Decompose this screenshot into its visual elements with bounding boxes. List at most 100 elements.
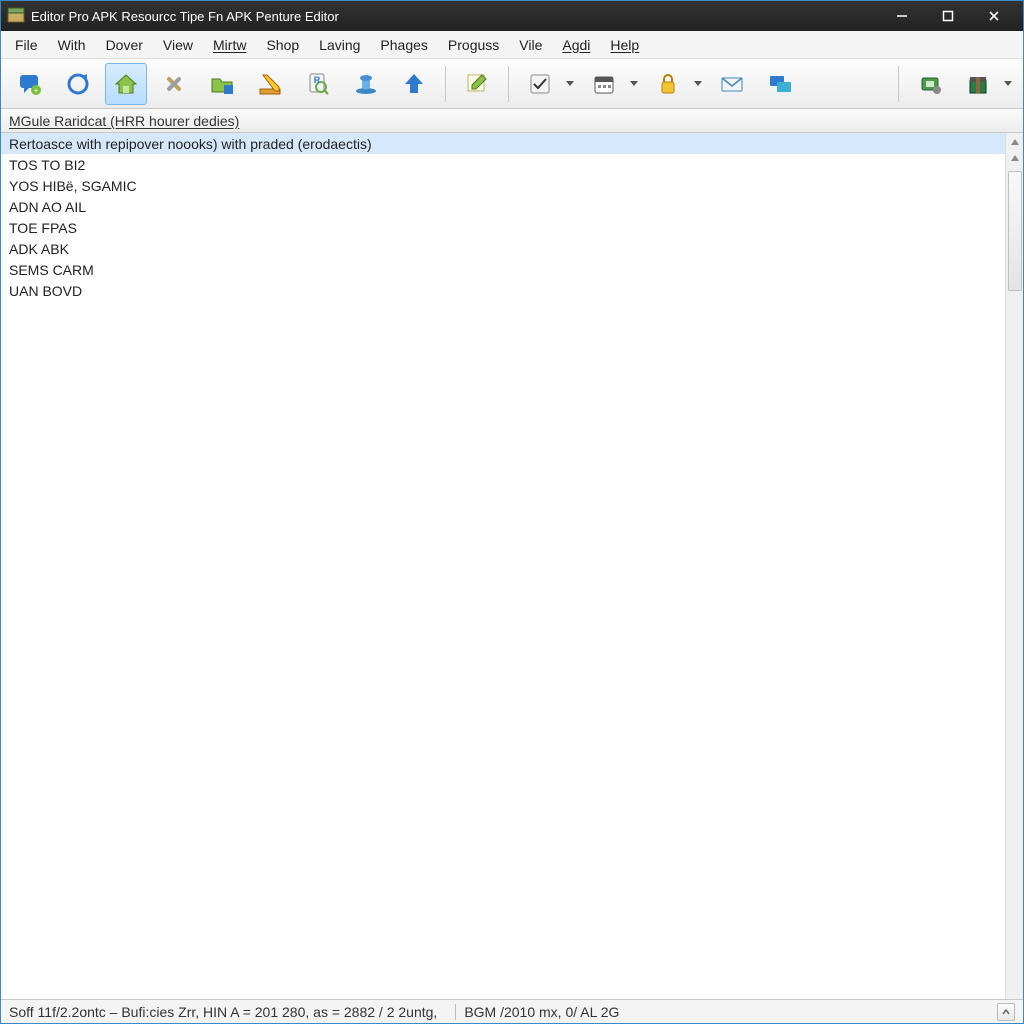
toolbar-lock-dropdown[interactable] — [691, 63, 705, 105]
statusbar: Soff 11f/2.2ontc – Bufi:cies Zrr, HIN A … — [1, 999, 1023, 1023]
menu-label: Proguss — [448, 37, 499, 53]
menu-proguss[interactable]: Proguss — [438, 33, 509, 57]
toolbar-folder-button[interactable] — [201, 63, 243, 105]
chevron-up-icon — [1011, 139, 1019, 145]
toolbar-tools-button[interactable] — [153, 63, 195, 105]
status-right: BGM /2010 mx, 0/ AL 2G — [464, 1004, 629, 1020]
list-item-label: Rertoasce with repipover noooks) with pr… — [9, 136, 372, 152]
toolbar-calendar-button[interactable] — [583, 63, 625, 105]
app-window: Editor Pro APK Resourcc Tipe Fn APK Pent… — [0, 0, 1024, 1024]
toolbar-check-dropdown[interactable] — [563, 63, 577, 105]
toolbar-package-button[interactable] — [957, 63, 999, 105]
tools-cross-icon — [161, 71, 187, 97]
content-area: Rertoasce with repipover noooks) with pr… — [1, 133, 1023, 999]
minimize-button[interactable] — [879, 1, 925, 31]
chevron-down-icon — [1004, 81, 1012, 86]
svg-text:+: + — [34, 86, 39, 95]
scroll-thumb[interactable] — [1008, 171, 1022, 291]
status-separator — [455, 1004, 456, 1020]
toolbar-separator — [508, 66, 509, 102]
list-item[interactable]: Rertoasce with repipover noooks) with pr… — [1, 133, 1005, 154]
menu-phages[interactable]: Phages — [370, 33, 437, 57]
toolbar-refresh-button[interactable] — [57, 63, 99, 105]
list-item-label: ADN AO AIL — [9, 199, 86, 215]
menu-help[interactable]: Help — [600, 33, 649, 57]
menu-vile[interactable]: Vile — [509, 33, 552, 57]
refresh-icon — [65, 71, 91, 97]
toolbar-mail-button[interactable] — [711, 63, 753, 105]
column-header[interactable]: MGule Raridcat (HRR hourer dedies) — [1, 109, 1023, 133]
status-left: Soff 11f/2.2ontc – Bufi:cies Zrr, HIN A … — [9, 1004, 447, 1020]
chevron-down-icon — [630, 81, 638, 86]
maximize-button[interactable] — [925, 1, 971, 31]
menu-dover[interactable]: Dover — [96, 33, 153, 57]
list-item-label: UAN BOVD — [9, 283, 82, 299]
chevron-down-icon — [566, 81, 574, 86]
scroll-up-button-2[interactable] — [1008, 151, 1022, 165]
pencil-ruler-icon — [257, 71, 283, 97]
list-item[interactable]: TOS TO BI2 — [1, 154, 1005, 175]
menu-file[interactable]: File — [5, 33, 48, 57]
app-icon — [7, 7, 25, 25]
toolbar-search-button[interactable]: R — [297, 63, 339, 105]
list-item[interactable]: ADK ABK — [1, 238, 1005, 259]
toolbar-stamp-button[interactable] — [345, 63, 387, 105]
toolbar-more-dropdown[interactable] — [1001, 63, 1015, 105]
menu-label: Shop — [266, 37, 299, 53]
toolbar-chip-button[interactable] — [909, 63, 951, 105]
toolbar-calendar-dropdown[interactable] — [627, 63, 641, 105]
edit-pen-icon — [464, 71, 490, 97]
titlebar: Editor Pro APK Resourcc Tipe Fn APK Pent… — [1, 1, 1023, 31]
toolbar-chat-button[interactable]: + — [9, 63, 51, 105]
toolbar-screens-button[interactable] — [759, 63, 801, 105]
stamps-icon — [353, 71, 379, 97]
toolbar-separator — [898, 66, 899, 102]
toolbar-check-button[interactable] — [519, 63, 561, 105]
lock-icon — [655, 71, 681, 97]
menu-shop[interactable]: Shop — [256, 33, 309, 57]
toolbar-edit-button[interactable] — [456, 63, 498, 105]
status-expand-button[interactable] — [997, 1003, 1015, 1021]
list-item[interactable]: UAN BOVD — [1, 280, 1005, 301]
toolbar-pencil-button[interactable] — [249, 63, 291, 105]
close-button[interactable] — [971, 1, 1017, 31]
list-item-label: TOE FPAS — [9, 220, 77, 236]
menu-view[interactable]: View — [153, 33, 203, 57]
list-item[interactable]: ADN AO AIL — [1, 196, 1005, 217]
list-pane[interactable]: Rertoasce with repipover noooks) with pr… — [1, 133, 1005, 999]
column-header-label: MGule Raridcat (HRR hourer dedies) — [9, 113, 239, 129]
menu-with[interactable]: With — [48, 33, 96, 57]
list-item[interactable]: YOS HIBë, SGAMIC — [1, 175, 1005, 196]
vertical-scrollbar[interactable] — [1005, 133, 1023, 999]
mail-icon — [719, 71, 745, 97]
scroll-up-button[interactable] — [1008, 135, 1022, 149]
list-item-label: SEMS CARM — [9, 262, 94, 278]
menu-laving[interactable]: Laving — [309, 33, 370, 57]
menu-label: Agdi — [562, 37, 590, 53]
menu-label: With — [58, 37, 86, 53]
list-item[interactable]: TOE FPAS — [1, 217, 1005, 238]
window-controls — [879, 1, 1017, 31]
menu-label: File — [15, 37, 38, 53]
toolbar-home-button[interactable] — [105, 63, 147, 105]
toolbar: + R — [1, 59, 1023, 109]
menu-label: Dover — [106, 37, 143, 53]
toolbar-upload-button[interactable] — [393, 63, 435, 105]
svg-text:R: R — [314, 75, 321, 85]
menu-agdi[interactable]: Agdi — [552, 33, 600, 57]
house-icon — [113, 71, 139, 97]
window-title: Editor Pro APK Resourcc Tipe Fn APK Pent… — [31, 9, 879, 24]
menu-label: Vile — [519, 37, 542, 53]
menu-label: Phages — [380, 37, 427, 53]
toolbar-lock-button[interactable] — [647, 63, 689, 105]
menu-label: Help — [610, 37, 639, 53]
chip-icon — [917, 71, 943, 97]
list-item[interactable]: SEMS CARM — [1, 259, 1005, 280]
chat-bubble-icon: + — [17, 71, 43, 97]
chevron-down-icon — [694, 81, 702, 86]
list-item-label: YOS HIBë, SGAMIC — [9, 178, 137, 194]
screens-icon — [767, 71, 793, 97]
search-doc-icon: R — [305, 71, 331, 97]
menu-mirtw[interactable]: Mirtw — [203, 33, 256, 57]
menu-label: View — [163, 37, 193, 53]
